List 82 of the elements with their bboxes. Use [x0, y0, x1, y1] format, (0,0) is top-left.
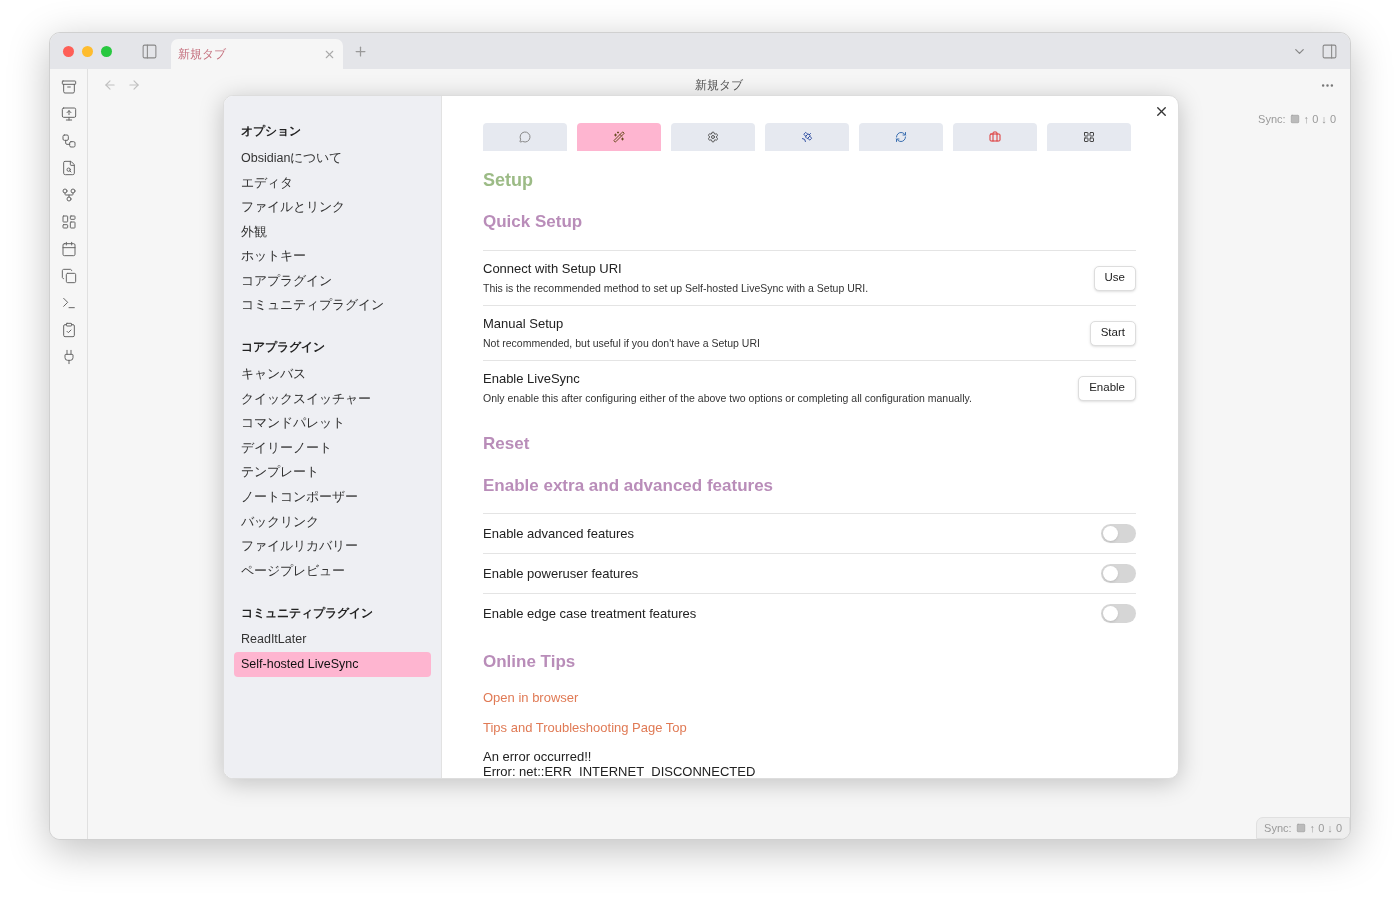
page-title: 新規タブ — [695, 77, 743, 94]
setting-name: Manual Setup — [483, 314, 565, 333]
wand-icon — [612, 131, 625, 143]
setting-description: Only enable this after configuring either of the above two options or completing all configuration manually. — [483, 391, 972, 407]
setting-name: Enable edge case treatment features — [483, 604, 697, 623]
setting-description: This is the recommended method to set up Self-hosted LiveSync with a Setup URI. — [483, 281, 869, 297]
speech-bubble-icon — [518, 131, 531, 143]
setting-button[interactable]: Enable — [1078, 375, 1136, 401]
sidebar-item[interactable]: クイックスイッチャー — [234, 386, 431, 412]
toggle-switch[interactable] — [1101, 524, 1136, 543]
sidebar-item[interactable]: ReadItLater — [234, 627, 431, 653]
workflow-icon[interactable] — [60, 133, 77, 149]
monitor-upload-icon[interactable] — [60, 106, 77, 122]
settings-tab[interactable] — [671, 123, 755, 151]
close-window-button[interactable] — [63, 45, 74, 57]
sidebar-item[interactable]: コアプラグイン — [234, 268, 431, 294]
sidebar-item[interactable]: テンプレート — [234, 460, 431, 486]
toolbox-icon — [988, 131, 1001, 143]
sidebar-item[interactable]: ファイルとリンク — [234, 195, 431, 220]
sidebar-item[interactable]: コマンドパレット — [234, 411, 431, 436]
right-sidebar-toggle-icon[interactable] — [1321, 42, 1338, 60]
copy-icon[interactable] — [60, 268, 77, 284]
sidebar-item[interactable]: キャンバス — [234, 362, 431, 387]
dashboard-icon[interactable] — [60, 214, 77, 230]
close-icon[interactable] — [1154, 104, 1169, 119]
zoom-window-button[interactable] — [101, 45, 112, 57]
sidebar-heading: コアプラグイン — [240, 339, 326, 357]
setting-name: Enable poweruser features — [483, 564, 639, 583]
calendar-icon[interactable] — [60, 241, 77, 257]
error-message: Error: net::ERR_INTERNET_DISCONNECTED — [483, 764, 757, 778]
sidebar-item[interactable]: バックリンク — [234, 509, 431, 535]
sidebar-item[interactable]: 外観 — [234, 219, 431, 245]
setting-button[interactable]: Start — [1089, 320, 1136, 346]
tab-title: 新規タブ — [178, 46, 226, 63]
sidebar-item[interactable]: コミュニティプラグイン — [234, 293, 431, 319]
setting-button[interactable]: Use — [1093, 265, 1136, 291]
toggle-switch[interactable] — [1101, 564, 1136, 583]
archive-icon[interactable] — [60, 79, 77, 95]
sync-status-icon — [1289, 114, 1300, 125]
section-heading: Quick Setup — [483, 211, 583, 234]
fork-icon[interactable] — [60, 187, 77, 203]
toggle-switch[interactable] — [1101, 604, 1136, 623]
sidebar-item[interactable]: エディタ — [234, 170, 431, 196]
sidebar-item[interactable]: デイリーノート — [234, 435, 431, 461]
settings-tab[interactable] — [483, 123, 567, 151]
sync-label: Sync: — [1264, 820, 1292, 836]
setting-name: Enable LiveSync — [483, 369, 581, 388]
sidebar-item[interactable]: ホットキー — [234, 244, 431, 269]
satellite-icon — [800, 131, 813, 143]
terminal-icon[interactable] — [60, 295, 77, 311]
minimize-window-button[interactable] — [82, 45, 93, 57]
settings-tab[interactable] — [953, 123, 1037, 151]
file-search-icon[interactable] — [60, 160, 77, 176]
sidebar-item[interactable]: Self-hosted LiveSync — [234, 652, 431, 677]
section-heading: Online Tips — [483, 651, 576, 674]
sync-label: Sync: — [1258, 112, 1286, 127]
sync-counts: ↑ 0 ↓ 0 — [1309, 820, 1342, 836]
sidebar-heading: コミュニティプラグイン — [240, 604, 374, 622]
error-message: An error occurred!! — [483, 749, 593, 764]
section-title: Setup — [483, 168, 533, 192]
setting-name: Connect with Setup URI — [483, 259, 623, 278]
sidebar-item[interactable]: Obsidianについて — [234, 146, 431, 171]
sidebar-toggle-icon[interactable] — [141, 42, 158, 60]
gear-icon — [706, 131, 719, 143]
sidebar-heading: オプション — [240, 123, 302, 140]
grid-icon — [1082, 131, 1095, 143]
settings-tab[interactable] — [577, 123, 661, 151]
section-heading: Enable extra and advanced features — [483, 475, 774, 498]
refresh-icon — [894, 131, 907, 143]
sync-status-icon — [1295, 823, 1306, 833]
clipboard-check-icon[interactable] — [60, 322, 77, 338]
sync-counts: ↑ 0 ↓ 0 — [1303, 112, 1336, 127]
new-tab-icon[interactable] — [353, 43, 368, 59]
setting-name: Enable advanced features — [483, 524, 635, 543]
settings-tab[interactable] — [859, 123, 943, 151]
section-heading: Reset — [483, 433, 530, 456]
setting-description: Not recommended, but useful if you don't have a Setup URI — [483, 336, 760, 352]
settings-tab[interactable] — [1047, 123, 1131, 151]
sidebar-item[interactable]: ノートコンポーザー — [234, 485, 431, 510]
sidebar-item[interactable]: ファイルリカバリー — [234, 534, 431, 559]
sidebar-item[interactable]: ページプレビュー — [234, 558, 431, 584]
forward-arrow-icon[interactable] — [127, 78, 141, 92]
